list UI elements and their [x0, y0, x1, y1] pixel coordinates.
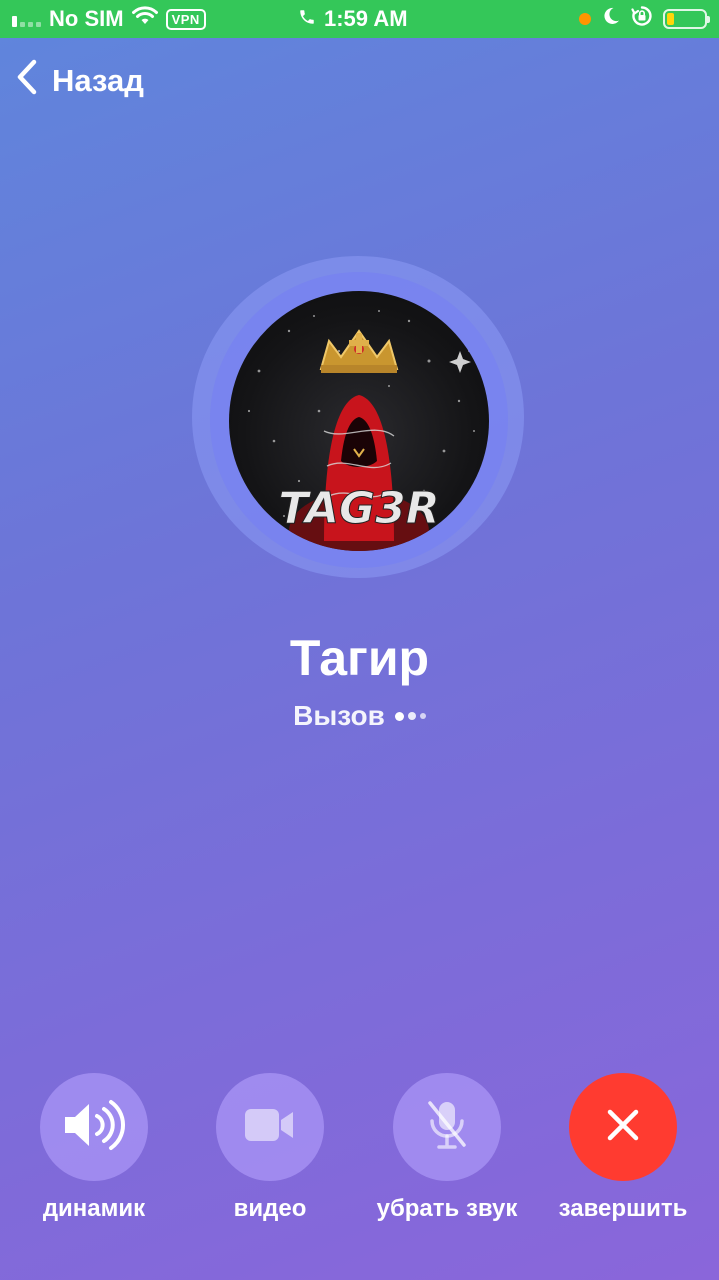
contact-name: Тагир	[289, 630, 430, 686]
microphone-off-icon	[425, 1099, 469, 1156]
mute-button[interactable]	[393, 1073, 501, 1181]
mic-in-use-indicator	[579, 13, 591, 25]
call-status: Вызов	[0, 700, 719, 732]
back-button[interactable]: Назад	[16, 58, 144, 104]
end-call-label: завершить	[558, 1195, 688, 1222]
video-control: видео	[180, 1073, 360, 1223]
status-bar: No SIM VPN 1:59 AM	[0, 0, 719, 38]
status-bar-left: No SIM VPN	[12, 0, 206, 38]
contact-avatar: TAG3R	[229, 291, 489, 551]
avatar-logo-text: TAG3R	[278, 483, 439, 534]
call-status-label: Вызов	[293, 700, 385, 731]
wifi-icon	[131, 6, 158, 32]
end-call-control: завершить	[533, 1073, 713, 1223]
mute-label: убрать звук	[376, 1195, 518, 1222]
cellular-signal-icon	[12, 11, 41, 27]
video-button[interactable]	[216, 1073, 324, 1181]
video-label: видео	[233, 1195, 307, 1222]
vpn-badge: VPN	[165, 8, 206, 30]
status-bar-right	[579, 0, 710, 38]
end-call-button[interactable]	[569, 1073, 677, 1181]
back-label: Назад	[52, 63, 144, 98]
speaker-control: динамик	[4, 1073, 184, 1223]
carrier-label: No SIM	[49, 6, 124, 31]
crown-icon	[319, 329, 399, 373]
speaker-icon	[61, 1098, 127, 1157]
battery-icon	[663, 9, 710, 29]
mute-control: убрать звук	[357, 1073, 537, 1223]
moon-icon	[601, 6, 621, 32]
chevron-left-icon	[16, 59, 38, 103]
close-icon	[606, 1108, 640, 1147]
calling-dots-icon	[394, 711, 426, 721]
phone-call-icon	[298, 6, 316, 32]
video-camera-icon	[243, 1105, 297, 1150]
rotation-lock-icon	[631, 5, 653, 33]
speaker-label: динамик	[42, 1195, 146, 1222]
speaker-button[interactable]	[40, 1073, 148, 1181]
battery-level	[667, 13, 675, 25]
status-bar-center: 1:59 AM	[298, 0, 408, 38]
status-time: 1:59 AM	[324, 6, 408, 31]
